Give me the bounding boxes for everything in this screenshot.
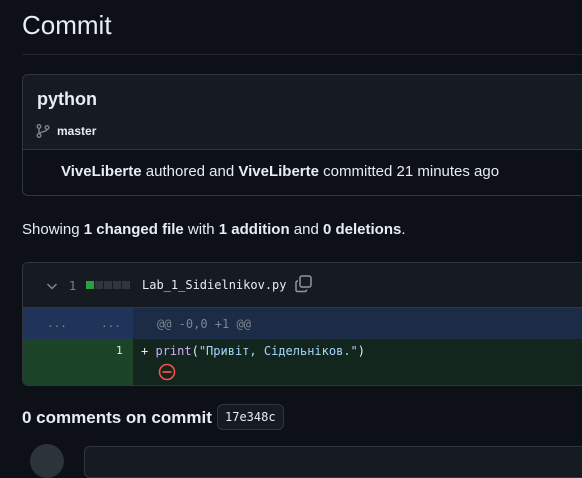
addition-gutter: 1	[23, 339, 133, 385]
changed-files-count[interactable]: 1 changed file	[84, 221, 184, 238]
diffstat-block	[122, 281, 130, 289]
no-entry-icon[interactable]	[158, 363, 176, 381]
summary-and: and	[293, 221, 319, 238]
new-line-number[interactable]: 1	[116, 344, 123, 357]
code-string: "Привіт, Сідельніков."	[198, 344, 358, 358]
diffstat-block	[86, 281, 94, 289]
code-paren-close: )	[357, 344, 366, 358]
old-line-gutter[interactable]: ...	[47, 317, 67, 330]
chevron-down-icon[interactable]	[45, 279, 59, 293]
deletions-count: 0 deletions	[323, 221, 402, 238]
author-line: ViveLiberte authored and ViveLiberte com…	[61, 163, 499, 180]
summary-suffix: .	[401, 221, 406, 238]
author-link[interactable]: ViveLiberte	[61, 163, 142, 180]
authored-text: authored and	[145, 163, 235, 180]
code-paren-open: (	[191, 344, 199, 358]
code-line: + print("Привіт, Сідельніков.")	[141, 344, 365, 358]
avatar[interactable]	[30, 444, 64, 478]
diffstat-block	[104, 281, 112, 289]
file-diff: 1 Lab_1_Sidielnikov.py ... ... @@ -0,0 +…	[22, 262, 582, 386]
diffstat-bar	[86, 281, 130, 289]
git-branch-icon	[36, 124, 50, 138]
file-name-link[interactable]: Lab_1_Sidielnikov.py	[142, 278, 287, 292]
summary-with: with	[187, 221, 215, 238]
committer-link[interactable]: ViveLiberte	[238, 163, 319, 180]
page-title: Commit	[22, 10, 112, 40]
commit-header: python master	[23, 75, 582, 150]
summary-prefix: Showing	[22, 221, 80, 238]
hunk-header-row: ... ... @@ -0,0 +1 @@	[23, 308, 582, 339]
divider	[22, 54, 582, 55]
hunk-header-text: @@ -0,0 +1 @@	[157, 317, 251, 331]
commit-message: python	[37, 89, 97, 109]
hunk-gutter[interactable]: ... ...	[23, 308, 133, 339]
diffstat-block	[113, 281, 121, 289]
additions-count: 1 addition	[218, 221, 290, 238]
committed-text: committed 21 minutes ago	[323, 163, 500, 180]
code-function: print	[155, 344, 192, 358]
file-diff-header: 1 Lab_1_Sidielnikov.py	[23, 263, 582, 308]
diffstat-block	[95, 281, 103, 289]
comments-heading: 0 comments on commit	[22, 408, 212, 427]
branch-name[interactable]: master	[57, 124, 96, 138]
new-line-gutter[interactable]: ...	[101, 317, 121, 330]
diff-summary: Showing 1 changed file with 1 addition a…	[22, 221, 406, 238]
diff-line-addition: 1 + print("Привіт, Сідельніков.")	[23, 339, 582, 385]
copy-icon[interactable]	[293, 273, 315, 295]
commit-sha-badge[interactable]: 17e348c	[217, 404, 284, 430]
diff-sign: +	[141, 344, 149, 358]
branch-indicator[interactable]: master	[35, 123, 96, 139]
file-change-count: 1	[69, 279, 77, 293]
commit-card: python master ViveLiberte authored and V…	[22, 74, 582, 196]
